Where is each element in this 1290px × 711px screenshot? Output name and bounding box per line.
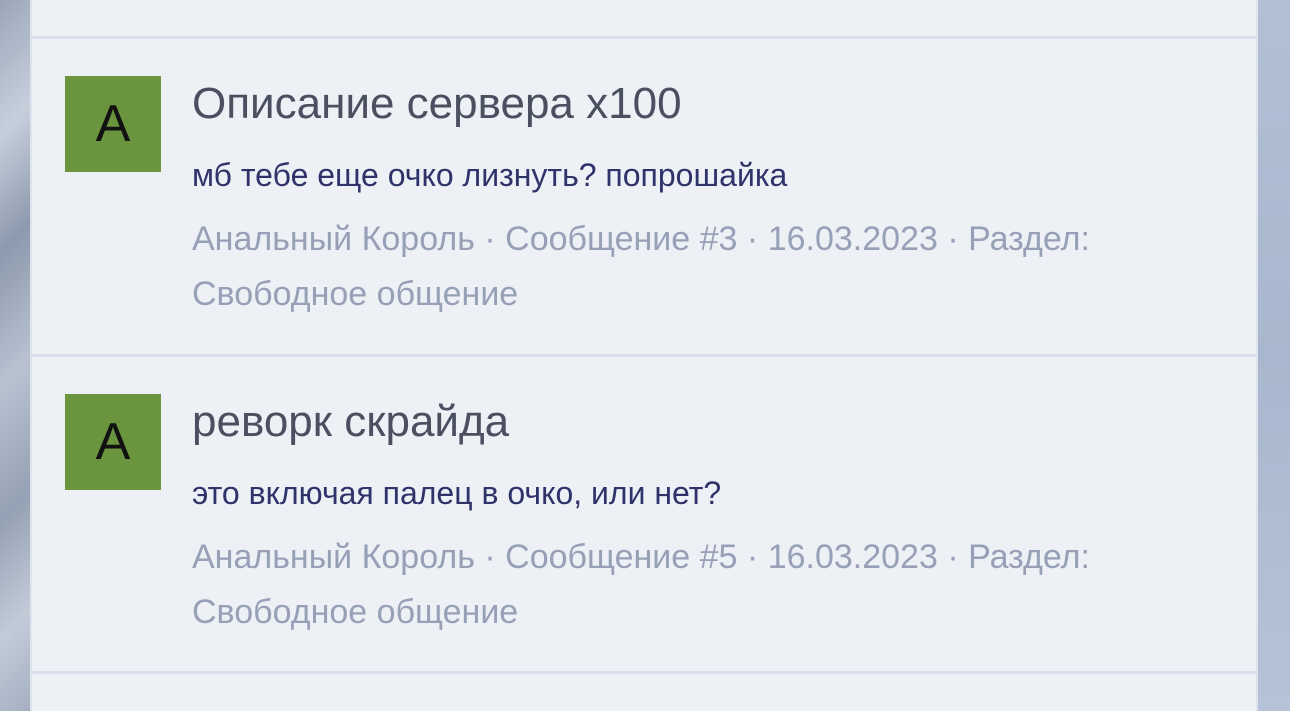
result-snippet[interactable]: это включая палец в очко, или нет?	[192, 475, 721, 512]
result-meta: Анальный Король · Сообщение #3 · 16.03.2…	[192, 212, 1242, 322]
search-result-item: A реворк скрайда это включая палец в очк…	[32, 357, 1256, 672]
author-link[interactable]: Анальный Король	[192, 538, 475, 576]
avatar-letter: A	[95, 413, 131, 471]
message-number: Сообщение #5	[505, 538, 738, 576]
search-result-item: A Описание сервера x100 мб тебе еще очко…	[32, 39, 1256, 354]
background-left	[0, 0, 34, 711]
result-snippet[interactable]: мб тебе еще очко лизнуть? попрошайка	[192, 157, 787, 194]
section-label: Раздел:	[968, 538, 1090, 576]
avatar[interactable]: A	[65, 394, 161, 490]
post-date: 16.03.2023	[767, 220, 938, 258]
result-title-link[interactable]: реворк скрайда	[192, 397, 509, 447]
avatar-letter: A	[95, 95, 131, 153]
meta-separator: ·	[746, 220, 759, 258]
divider	[32, 671, 1256, 674]
result-meta: Анальный Король · Сообщение #5 · 16.03.2…	[192, 530, 1242, 640]
result-title-link[interactable]: Описание сервера x100	[192, 79, 682, 129]
background-right	[1258, 0, 1290, 711]
section-link[interactable]: Свободное общение	[192, 275, 518, 313]
meta-separator: ·	[947, 538, 959, 576]
avatar[interactable]: A	[65, 76, 161, 172]
meta-separator: ·	[947, 220, 959, 258]
message-number: Сообщение #3	[505, 220, 738, 258]
author-link[interactable]: Анальный Король	[192, 220, 475, 258]
meta-separator: ·	[484, 538, 496, 576]
meta-separator: ·	[746, 538, 759, 576]
post-date: 16.03.2023	[767, 538, 938, 576]
meta-separator: ·	[484, 220, 496, 258]
search-results-panel: A Описание сервера x100 мб тебе еще очко…	[30, 0, 1258, 711]
section-label: Раздел:	[968, 220, 1090, 258]
section-link[interactable]: Свободное общение	[192, 593, 518, 631]
